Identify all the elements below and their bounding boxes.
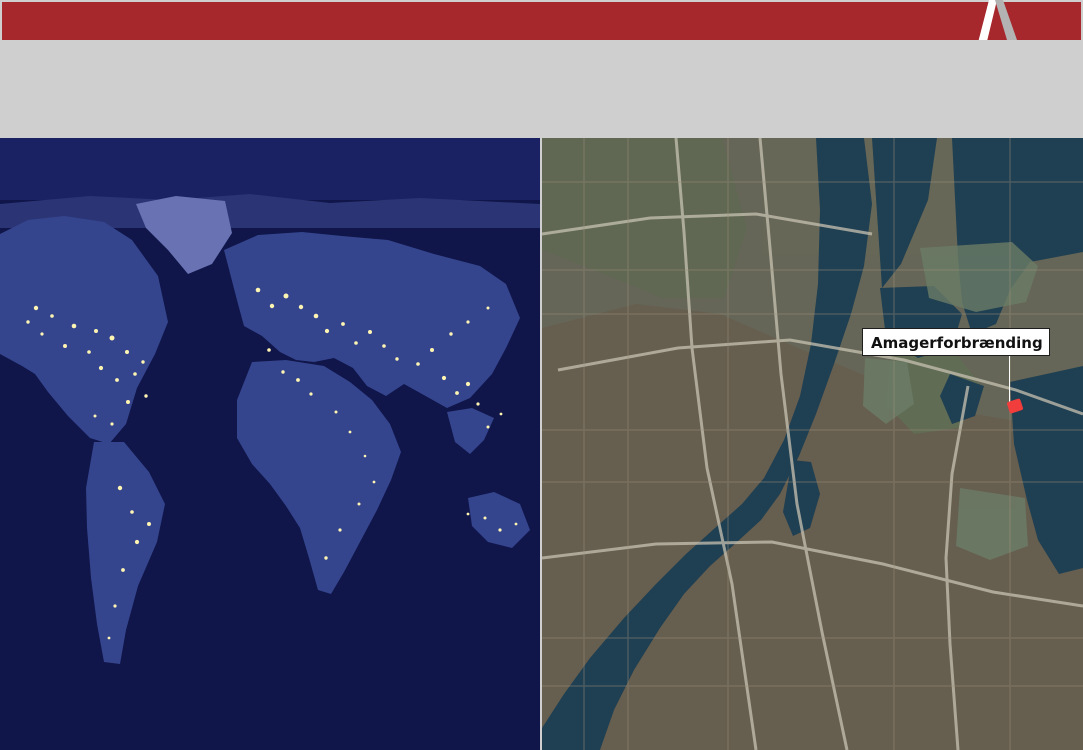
amagerforbraending-label: Amagerforbrænding [862,328,1050,356]
slide-canvas: Amagerforbrænding [0,0,1083,750]
night-world-map [0,138,540,750]
title-area [0,40,1083,138]
aerial-city-map: Amagerforbrænding [542,138,1083,750]
label-pointer-line [1009,356,1010,404]
aerial-city-map-image [542,138,1083,750]
top-accent-band [2,2,1081,40]
night-world-map-image [0,138,540,750]
